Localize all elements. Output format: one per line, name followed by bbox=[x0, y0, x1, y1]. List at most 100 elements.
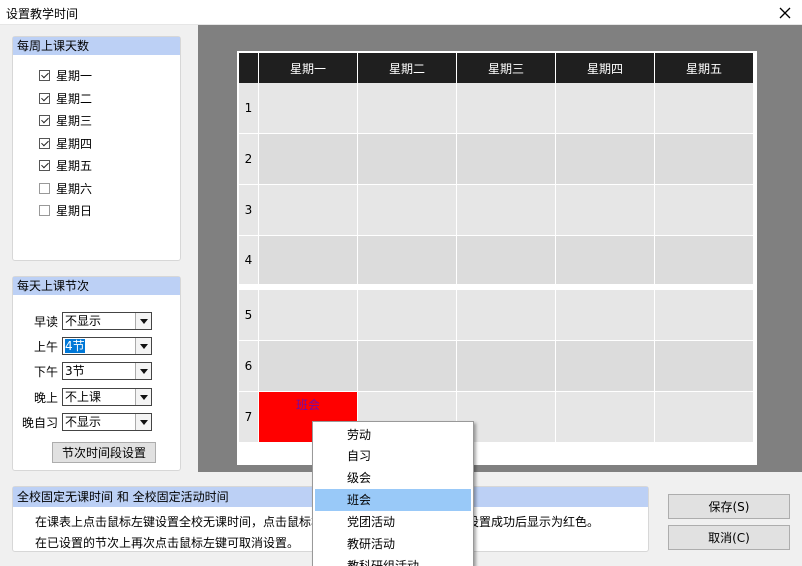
schedule-cell[interactable] bbox=[655, 341, 754, 392]
schedule-row: 1 bbox=[239, 83, 755, 134]
day-checkbox-thu[interactable]: 星期四 bbox=[39, 134, 92, 152]
select-value: 不显示 bbox=[65, 415, 102, 429]
checkbox-checked[interactable] bbox=[39, 69, 50, 81]
schedule-cell[interactable] bbox=[556, 83, 655, 134]
schedule-area: 星期一 星期二 星期三 星期四 星期五 1 2 3 4 5 6 7 班会 bbox=[198, 25, 802, 472]
period-label: 下午 bbox=[33, 364, 58, 379]
schedule-cell[interactable] bbox=[655, 83, 754, 134]
schedule-cell[interactable] bbox=[358, 236, 457, 285]
schedule-cell[interactable] bbox=[358, 185, 457, 236]
header-corner bbox=[239, 53, 259, 83]
schedule-cell[interactable] bbox=[655, 290, 754, 341]
afternoon-select[interactable]: 3节 bbox=[62, 362, 152, 380]
save-button[interactable]: 保存(S) bbox=[668, 494, 790, 519]
schedule-cell[interactable] bbox=[457, 341, 556, 392]
checkbox-checked[interactable] bbox=[39, 92, 50, 104]
menu-item-party-activity[interactable]: 党团活动 bbox=[315, 511, 471, 533]
day-checkbox-wed[interactable]: 星期三 bbox=[39, 111, 92, 129]
cancel-button[interactable]: 取消(C) bbox=[668, 525, 790, 550]
weekdays-header: 每周上课天数 bbox=[13, 37, 180, 55]
schedule-cell[interactable] bbox=[259, 290, 358, 341]
header-day: 星期一 bbox=[259, 53, 358, 83]
period-number: 3 bbox=[239, 185, 259, 236]
schedule-cell[interactable] bbox=[259, 83, 358, 134]
schedule-header: 星期一 星期二 星期三 星期四 星期五 bbox=[239, 53, 755, 83]
schedule-cell[interactable] bbox=[556, 290, 655, 341]
day-checkbox-mon[interactable]: 星期一 bbox=[39, 66, 92, 84]
evening-select[interactable]: 不上课 bbox=[62, 388, 152, 406]
schedule-cell[interactable] bbox=[259, 134, 358, 185]
day-checkbox-sun[interactable]: 星期日 bbox=[39, 201, 92, 219]
schedule-row: 2 bbox=[239, 134, 755, 185]
schedule-cell[interactable] bbox=[457, 134, 556, 185]
schedule-cell[interactable] bbox=[655, 236, 754, 285]
weekdays-group: 每周上课天数 bbox=[12, 36, 181, 261]
schedule-cell[interactable] bbox=[655, 134, 754, 185]
schedule-cell[interactable] bbox=[655, 185, 754, 236]
periods-header: 每天上课节次 bbox=[13, 277, 180, 295]
schedule-cell[interactable] bbox=[457, 290, 556, 341]
day-label: 星期三 bbox=[56, 113, 93, 128]
menu-item-grade-meeting[interactable]: 级会 bbox=[315, 467, 471, 489]
day-label: 星期一 bbox=[56, 68, 93, 83]
period-number: 1 bbox=[239, 83, 259, 134]
morning-select[interactable]: 4节 bbox=[62, 337, 152, 355]
dropdown-arrow-icon[interactable] bbox=[135, 313, 151, 329]
window-title: 设置教学时间 bbox=[6, 7, 79, 21]
day-checkbox-sat[interactable]: 星期六 bbox=[39, 179, 92, 197]
schedule-cell[interactable] bbox=[259, 236, 358, 285]
schedule-cell[interactable] bbox=[556, 185, 655, 236]
period-time-setting-button[interactable]: 节次时间段设置 bbox=[52, 442, 156, 463]
menu-item-labor[interactable]: 劳动 bbox=[315, 424, 471, 446]
dropdown-arrow-icon[interactable] bbox=[135, 389, 151, 405]
checkbox-checked[interactable] bbox=[39, 114, 50, 126]
schedule-row: 3 bbox=[239, 185, 755, 236]
schedule-cell[interactable] bbox=[556, 392, 655, 443]
checkbox-checked[interactable] bbox=[39, 159, 50, 171]
header-day: 星期四 bbox=[556, 53, 655, 83]
schedule-cell[interactable] bbox=[556, 341, 655, 392]
schedule-cell[interactable] bbox=[358, 341, 457, 392]
dropdown-arrow-icon[interactable] bbox=[135, 338, 151, 354]
period-label: 晚自习 bbox=[22, 415, 59, 430]
header-day: 星期三 bbox=[457, 53, 556, 83]
day-label: 星期二 bbox=[56, 91, 93, 106]
period-number: 4 bbox=[239, 236, 259, 285]
schedule-cell[interactable] bbox=[358, 83, 457, 134]
schedule-cell[interactable] bbox=[358, 290, 457, 341]
schedule-cell[interactable] bbox=[358, 134, 457, 185]
schedule-cell[interactable] bbox=[457, 83, 556, 134]
schedule-row: 6 bbox=[239, 341, 755, 392]
schedule-cell[interactable] bbox=[259, 341, 358, 392]
select-value: 4节 bbox=[65, 339, 85, 353]
dropdown-arrow-icon[interactable] bbox=[135, 414, 151, 430]
schedule-grid: 星期一 星期二 星期三 星期四 星期五 1 2 3 4 5 6 7 班会 bbox=[237, 51, 757, 465]
menu-item-class-meeting[interactable]: 班会 bbox=[315, 489, 471, 511]
menu-item-teaching-research[interactable]: 教研活动 bbox=[315, 533, 471, 555]
morning-reading-select[interactable]: 不显示 bbox=[62, 312, 152, 330]
schedule-cell[interactable] bbox=[457, 236, 556, 285]
schedule-cell[interactable] bbox=[556, 134, 655, 185]
close-icon bbox=[779, 7, 791, 18]
checkbox-unchecked[interactable] bbox=[39, 204, 50, 216]
evening-study-select[interactable]: 不显示 bbox=[62, 413, 152, 431]
menu-item-self-study[interactable]: 自习 bbox=[315, 445, 471, 467]
schedule-cell[interactable] bbox=[655, 392, 754, 443]
day-checkbox-tue[interactable]: 星期二 bbox=[39, 89, 92, 107]
schedule-cell[interactable] bbox=[457, 185, 556, 236]
title-bar: 设置教学时间 bbox=[0, 0, 802, 25]
day-checkbox-fri[interactable]: 星期五 bbox=[39, 156, 92, 174]
checkbox-checked[interactable] bbox=[39, 137, 50, 149]
period-label: 晚上 bbox=[33, 390, 58, 405]
period-number: 6 bbox=[239, 341, 259, 392]
close-button[interactable] bbox=[768, 0, 802, 25]
period-number: 7 bbox=[239, 392, 259, 443]
context-menu: 劳动 自习 级会 班会 党团活动 教研活动 教科研组活动 bbox=[312, 421, 474, 566]
schedule-row: 4 bbox=[239, 236, 755, 288]
day-label: 星期六 bbox=[56, 181, 93, 196]
checkbox-unchecked[interactable] bbox=[39, 182, 50, 194]
dropdown-arrow-icon[interactable] bbox=[135, 363, 151, 379]
schedule-cell[interactable] bbox=[556, 236, 655, 285]
schedule-cell[interactable] bbox=[259, 185, 358, 236]
menu-item-research-group[interactable]: 教科研组活动 bbox=[315, 555, 471, 566]
